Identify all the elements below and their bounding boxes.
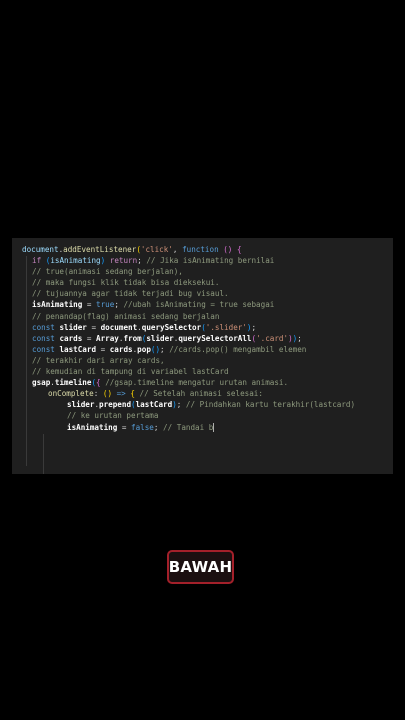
code-line: const slider = document.querySelector('.… (22, 322, 393, 333)
code-token: //cards.pop() mengambil elemen (169, 344, 307, 354)
code-token: onComplete (48, 389, 94, 399)
code-token: const (32, 322, 55, 332)
code-token: // kemudian di tampung di variabel lastC… (32, 367, 229, 377)
code-token: querySelector (141, 322, 202, 332)
code-token: = (96, 344, 110, 354)
code-token: const (32, 333, 55, 343)
code-token: // Jika isAnimating bernilai (146, 256, 275, 266)
code-token: slider (67, 400, 95, 410)
code-token: = (82, 333, 97, 343)
code-token: // Setelah animasi selesai: (139, 389, 263, 399)
code-token: = (117, 422, 132, 432)
code-line: const lastCard = cards.pop(); //cards.po… (22, 344, 393, 355)
code-line: // maka fungsi klik tidak bisa dieksekui… (22, 277, 393, 288)
code-token: addEventListener (63, 245, 137, 254)
code-line: gsap.timeline({ //gsap.timeline mengatur… (22, 377, 393, 388)
code-token: function (182, 245, 219, 254)
code-line: if (isAnimating) return; // Jika isAnima… (22, 255, 393, 266)
caption-badge-label: BAWAH (168, 558, 233, 576)
code-line: onComplete: () => { // Setelah animasi s… (22, 388, 393, 399)
code-token: from (123, 333, 142, 343)
code-token: '.card' (256, 333, 289, 343)
code-token: 'click' (140, 245, 173, 254)
code-token: //ubah isAnimating = true sebagai (123, 300, 275, 310)
code-token: , (172, 245, 183, 254)
code-token: => (116, 389, 126, 399)
code-token: ; (160, 344, 170, 354)
code-token: isAnimating (32, 300, 83, 310)
code-token: // maka fungsi klik tidak bisa dieksekui… (32, 278, 220, 288)
caption-badge: BAWAH (167, 550, 234, 584)
code-token: isAnimating (50, 256, 101, 266)
text-cursor (213, 423, 215, 432)
code-token: if (32, 256, 42, 266)
code-token: { (236, 245, 242, 254)
code-line: slider.prepend(lastCard); // Pindahkan k… (22, 399, 393, 410)
code-token: cards (109, 344, 133, 354)
code-token: ; (153, 422, 164, 432)
code-token: ; (176, 400, 186, 410)
code-token: const (32, 344, 55, 354)
code-token: prepend (99, 400, 132, 410)
code-token: isAnimating (67, 422, 118, 432)
code-line: isAnimating = true; //ubah isAnimating =… (22, 299, 393, 310)
code-token: false (131, 422, 154, 432)
code-token: document (22, 245, 59, 254)
code-token: () (150, 344, 161, 354)
code-token: pop (137, 344, 151, 354)
code-token: slider (59, 322, 87, 332)
code-editor[interactable]: document.addEventListener('click', funct… (12, 238, 393, 474)
code-token: = (82, 300, 97, 310)
code-token: lastCard (59, 344, 97, 354)
code-line: // true(animasi sedang berjalan), (22, 266, 393, 277)
code-token: = (86, 322, 101, 332)
code-line: // penandap(flag) animasi sedang berjala… (22, 311, 393, 322)
code-token: ; (137, 256, 147, 266)
code-token: cards (59, 333, 83, 343)
code-line: // tujuannya agar tidak terjadi bug visa… (22, 288, 393, 299)
code-line: const cards = Array.from(slider.querySel… (22, 333, 393, 344)
code-token: // Tandai b (163, 422, 214, 432)
code-token: // tujuannya agar tidak terjadi bug visa… (32, 289, 229, 299)
code-token: () (223, 245, 233, 254)
code-token: lastCard (135, 400, 173, 410)
code-token: slider (146, 333, 174, 343)
code-token: ; (251, 322, 257, 332)
code-token: //gsap.timeline mengatur urutan animasi. (105, 378, 289, 388)
code-token: // Pindahkan kartu terakhir(lastcard) (185, 400, 356, 410)
code-token: gsap (32, 378, 51, 388)
code-token: () (102, 389, 113, 399)
code-line: isAnimating = false; // Tandai b (22, 422, 393, 433)
indent-guide (43, 434, 44, 474)
code-area[interactable]: document.addEventListener('click', funct… (22, 244, 393, 433)
code-line: document.addEventListener('click', funct… (22, 244, 393, 255)
code-token: true (96, 300, 115, 310)
code-token: : (93, 389, 103, 399)
code-line: // ke urutan pertama (22, 410, 393, 421)
code-token: return (109, 256, 138, 266)
code-line: // kemudian di tampung di variabel lastC… (22, 366, 393, 377)
code-token: document (100, 322, 138, 332)
code-line: // terakhir dari array cards, (22, 355, 393, 366)
code-token: // terakhir dari array cards, (32, 355, 165, 365)
code-token: Array (96, 333, 119, 343)
code-token: '.slider' (205, 322, 247, 332)
code-token: // true(animasi sedang berjalan), (32, 267, 183, 277)
code-token: // ke urutan pertama (67, 411, 159, 421)
code-token: ; (297, 333, 302, 343)
code-token: querySelectorAll (178, 333, 252, 343)
code-token: // penandap(flag) animasi sedang berjala… (32, 311, 220, 321)
code-token: timeline (54, 378, 92, 388)
